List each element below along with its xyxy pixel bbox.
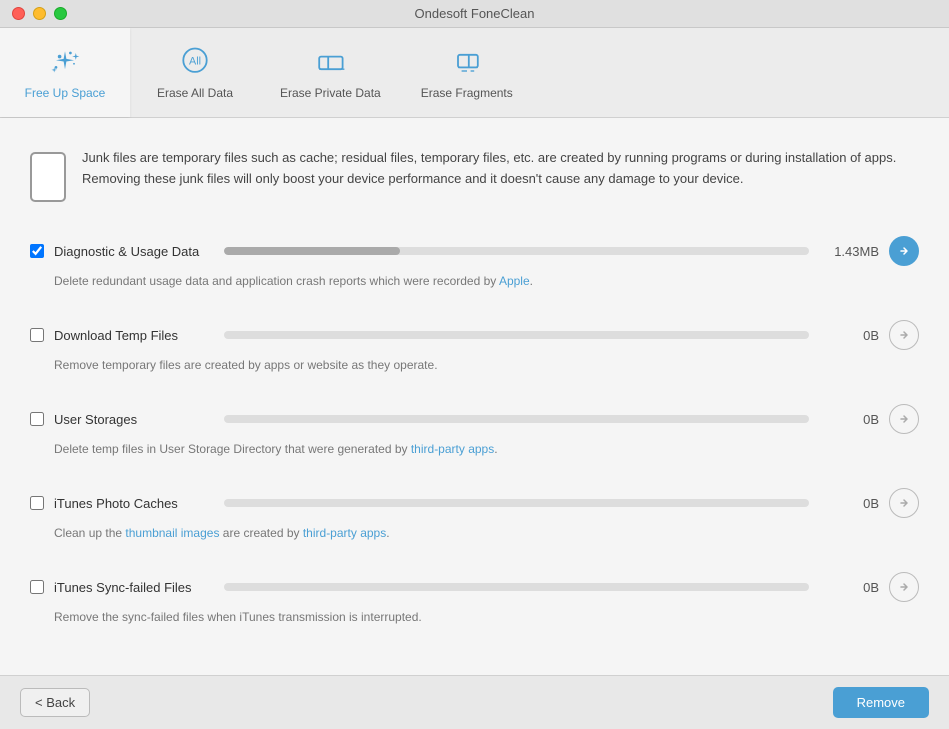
itunes-photo-caches-name: iTunes Photo Caches	[54, 496, 214, 511]
minimize-button[interactable]	[33, 7, 46, 20]
diagnostic-usage-name: Diagnostic & Usage Data	[54, 244, 214, 259]
tab-erase-private-data[interactable]: Erase Private Data	[260, 28, 401, 117]
itunes-photo-caches-progress-bar	[224, 499, 809, 507]
diagnostic-usage-desc: Delete redundant usage data and applicat…	[54, 272, 919, 290]
download-temp-desc: Remove temporary files are created by ap…	[54, 356, 919, 374]
user-storages-name: User Storages	[54, 412, 214, 427]
itunes-sync-failed-checkbox[interactable]	[30, 580, 44, 594]
categories-list: Diagnostic & Usage Data 1.43MB Delete re…	[30, 236, 919, 636]
diagnostic-usage-size: 1.43MB	[819, 244, 879, 259]
itunes-photo-caches-desc: Clean up the thumbnail images are create…	[54, 524, 919, 542]
tab-erase-fragments-label: Erase Fragments	[421, 86, 513, 100]
tab-erase-all-data-label: Erase All Data	[157, 86, 233, 100]
tab-free-up-space[interactable]: Free Up Space	[0, 28, 130, 117]
itunes-sync-failed-progress-bar	[224, 583, 809, 591]
diagnostic-usage-progress-bar	[224, 247, 809, 255]
close-button[interactable]	[12, 7, 25, 20]
arrow-right-icon	[897, 328, 911, 342]
info-text: Junk files are temporary files such as c…	[82, 148, 919, 190]
diagnostic-usage-action-button[interactable]	[889, 236, 919, 266]
remove-button-label: Remove	[857, 695, 905, 710]
user-storages-size: 0B	[819, 412, 879, 427]
tab-erase-private-data-label: Erase Private Data	[280, 86, 381, 100]
user-storages-checkbox[interactable]	[30, 412, 44, 426]
title-bar: Ondesoft FoneClean	[0, 0, 949, 28]
itunes-photo-caches-size: 0B	[819, 496, 879, 511]
maximize-button[interactable]	[54, 7, 67, 20]
diagnostic-usage-checkbox[interactable]	[30, 244, 44, 258]
category-row: Download Temp Files 0B Remove temporary …	[30, 320, 919, 384]
itunes-sync-failed-name: iTunes Sync-failed Files	[54, 580, 214, 595]
traffic-lights	[12, 7, 67, 20]
tab-erase-all-data[interactable]: All Erase All Data	[130, 28, 260, 117]
itunes-sync-failed-size: 0B	[819, 580, 879, 595]
download-temp-progress-bar	[224, 331, 809, 339]
svg-text:All: All	[189, 55, 201, 67]
category-row: User Storages 0B Delete temp files in Us…	[30, 404, 919, 468]
user-storages-desc: Delete temp files in User Storage Direct…	[54, 440, 919, 458]
remove-button[interactable]: Remove	[833, 687, 929, 718]
arrow-right-icon	[897, 496, 911, 510]
sparkle-icon	[47, 44, 83, 80]
main-content: Junk files are temporary files such as c…	[0, 118, 949, 675]
category-row: iTunes Photo Caches 0B Clean up the thum…	[30, 488, 919, 552]
nav-tabs: Free Up Space All Erase All Data Erase P…	[0, 28, 949, 118]
back-button-label: < Back	[35, 695, 75, 710]
itunes-photo-caches-checkbox[interactable]	[30, 496, 44, 510]
category-row: Diagnostic & Usage Data 1.43MB Delete re…	[30, 236, 919, 300]
tab-free-up-space-label: Free Up Space	[25, 86, 106, 100]
itunes-sync-failed-action-button[interactable]	[889, 572, 919, 602]
itunes-photo-caches-action-button[interactable]	[889, 488, 919, 518]
back-button[interactable]: < Back	[20, 688, 90, 717]
app-title: Ondesoft FoneClean	[415, 6, 535, 21]
erase-private-icon	[312, 44, 348, 80]
download-temp-action-button[interactable]	[889, 320, 919, 350]
user-storages-action-button[interactable]	[889, 404, 919, 434]
erase-all-icon: All	[177, 44, 213, 80]
download-temp-size: 0B	[819, 328, 879, 343]
itunes-sync-failed-desc: Remove the sync-failed files when iTunes…	[54, 608, 919, 626]
footer: < Back Remove	[0, 675, 949, 729]
category-header: Download Temp Files 0B	[30, 320, 919, 350]
tab-erase-fragments[interactable]: Erase Fragments	[401, 28, 533, 117]
arrow-right-icon	[897, 412, 911, 426]
arrow-right-icon	[897, 580, 911, 594]
download-temp-checkbox[interactable]	[30, 328, 44, 342]
category-header: Diagnostic & Usage Data 1.43MB	[30, 236, 919, 266]
category-row: iTunes Sync-failed Files 0B Remove the s…	[30, 572, 919, 636]
download-temp-name: Download Temp Files	[54, 328, 214, 343]
erase-fragments-icon	[449, 44, 485, 80]
diagnostic-usage-progress-fill	[224, 247, 400, 255]
arrow-right-icon	[897, 244, 911, 258]
phone-icon	[30, 152, 66, 202]
category-header: User Storages 0B	[30, 404, 919, 434]
info-box: Junk files are temporary files such as c…	[30, 138, 919, 212]
user-storages-progress-bar	[224, 415, 809, 423]
category-header: iTunes Sync-failed Files 0B	[30, 572, 919, 602]
category-header: iTunes Photo Caches 0B	[30, 488, 919, 518]
